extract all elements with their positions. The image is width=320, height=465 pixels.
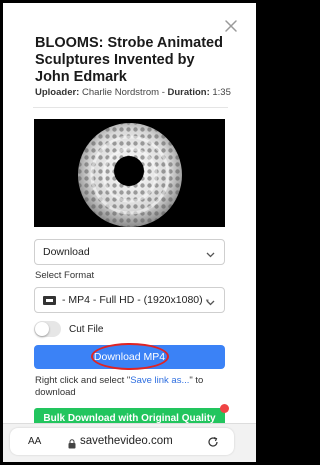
download-select-value: Download [43, 246, 90, 258]
address-bar[interactable]: AA savethevideo.com [10, 428, 234, 455]
notification-dot [220, 404, 229, 413]
reload-icon[interactable] [207, 435, 219, 447]
divider [33, 107, 228, 108]
format-select-value: - MP4 - Full HD - (1920x1080) - [62, 294, 210, 306]
duration-label: Duration: [167, 87, 210, 98]
lock-icon [68, 436, 76, 449]
highlight-circle [91, 343, 169, 370]
save-link-as-link[interactable]: Save link as... [130, 375, 189, 386]
text-size-button[interactable]: AA [28, 436, 41, 447]
download-hint: Right click and select "Save link as..."… [35, 375, 231, 399]
download-select[interactable]: Download [34, 239, 225, 265]
uploader-name: Charlie Nordstrom [81, 87, 160, 98]
modal: BLOOMS: Strobe Animated Sculptures Inven… [3, 3, 256, 462]
video-meta: Uploader: Charlie Nordstrom - Duration: … [35, 87, 231, 98]
cut-file-label: Cut File [69, 324, 104, 335]
video-thumbnail[interactable] [34, 119, 225, 227]
cut-file-toggle[interactable] [34, 321, 61, 337]
film-icon [43, 296, 56, 305]
format-select[interactable]: - MP4 - Full HD - (1920x1080) - [34, 287, 225, 313]
toggle-knob [35, 322, 49, 336]
url-text: savethevideo.com [80, 435, 173, 447]
meta-separator: - [161, 87, 165, 98]
uploader-label: Uploader: [35, 87, 80, 98]
hint-text-start: Right click and select " [35, 375, 131, 386]
chevron-down-icon [206, 249, 215, 258]
close-icon[interactable] [224, 19, 238, 33]
format-label: Select Format [35, 270, 95, 281]
chevron-down-icon [206, 297, 215, 306]
video-title: BLOOMS: Strobe Animated Sculptures Inven… [35, 35, 223, 85]
download-mp4-button[interactable]: Download MP4 [34, 343, 225, 370]
browser-bottom-bar: AA savethevideo.com [3, 423, 256, 462]
duration-value: 1:35 [212, 87, 231, 98]
